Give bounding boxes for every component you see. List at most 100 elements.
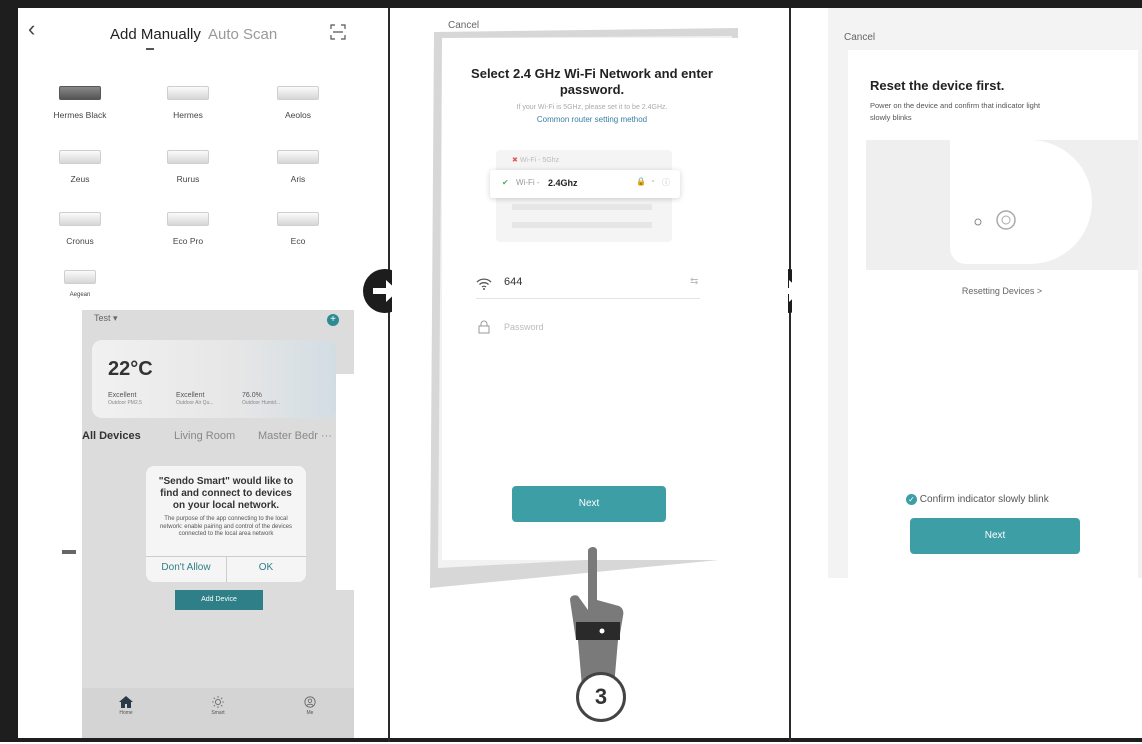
- home-icon: [119, 696, 133, 708]
- nav-label: Smart: [211, 710, 225, 716]
- tab-all-devices[interactable]: All Devices: [82, 430, 141, 442]
- cancel-button[interactable]: Cancel: [448, 20, 479, 31]
- scan-icon[interactable]: [330, 24, 346, 40]
- device-image: [277, 86, 319, 100]
- metric-label: Outdoor PM2.5: [108, 400, 142, 406]
- home-screen: Test ▾ + 22°C Excellent Outdoor PM2.5 Ex…: [82, 310, 354, 738]
- resetting-devices-link[interactable]: Resetting Devices >: [866, 286, 1138, 296]
- metric-label: Outdoor Air Qu...: [176, 400, 214, 406]
- device-rurus[interactable]: Rurus: [138, 150, 238, 184]
- dialog-body: The purpose of the app connecting to the…: [159, 516, 293, 537]
- nav-smart[interactable]: Smart: [198, 696, 238, 716]
- tab-living-room[interactable]: Living Room: [174, 430, 235, 442]
- next-button[interactable]: Next: [512, 486, 666, 522]
- sun-icon: [212, 696, 224, 708]
- device-label: Aris: [290, 174, 306, 184]
- device-label: Hermes: [173, 110, 203, 120]
- tab-master-bedroom[interactable]: Master Bedr ···: [258, 430, 332, 442]
- wifi-prefix: Wi-Fi -: [516, 178, 540, 187]
- dont-allow-button[interactable]: Don't Allow: [146, 562, 226, 573]
- confirm-label: Confirm indicator slowly blink: [919, 494, 1049, 506]
- device-image: [59, 86, 101, 100]
- bottom-nav: Home Smart Me: [82, 688, 354, 738]
- device-label: Hermes Black: [53, 110, 107, 120]
- nav-label: Me: [306, 710, 314, 716]
- device-label: Cronus: [66, 236, 94, 246]
- device-eco[interactable]: Eco: [248, 212, 348, 246]
- tab-indicator: [146, 48, 154, 50]
- password-input[interactable]: Password: [504, 322, 544, 332]
- user-icon: [304, 696, 316, 708]
- decorative-mark: [62, 550, 76, 554]
- frame-left-border: [0, 0, 18, 742]
- panel-reset-device: Cancel Reset the device first. Power on …: [792, 8, 1142, 738]
- swap-icon[interactable]: ⇆: [690, 276, 698, 287]
- screen-edge: [336, 374, 354, 590]
- device-image: [167, 150, 209, 164]
- device-image: [59, 150, 101, 164]
- device-hermes-black[interactable]: Hermes Black: [30, 86, 130, 120]
- device-label: Eco Pro: [172, 236, 204, 246]
- device-eco-pro[interactable]: Eco Pro: [138, 212, 238, 246]
- add-icon[interactable]: +: [327, 314, 339, 326]
- wifi-24-item[interactable]: ✔ Wi-Fi - 2.4Ghz 🔒 ◔ ⓘ: [490, 170, 680, 198]
- device-illustration: [866, 140, 1138, 270]
- nav-home[interactable]: Home: [106, 696, 146, 716]
- device-image: [59, 212, 101, 226]
- metric-value: 76.0%: [242, 392, 262, 399]
- device-aegean[interactable]: Aegean: [30, 270, 130, 298]
- device-label: Zeus: [70, 174, 90, 184]
- ok-button[interactable]: OK: [226, 562, 306, 573]
- tab-auto-scan[interactable]: Auto Scan: [208, 26, 277, 43]
- add-device-button[interactable]: Add Device: [175, 590, 263, 610]
- device-label: Rurus: [176, 174, 200, 184]
- close-icon: ✖: [512, 157, 518, 164]
- device-aris[interactable]: Aris: [248, 150, 348, 184]
- next-button[interactable]: Next: [910, 518, 1080, 554]
- home-selector[interactable]: Test ▾: [94, 313, 118, 324]
- tab-add-manually[interactable]: Add Manually: [110, 26, 201, 43]
- blurred-network: [512, 222, 652, 228]
- device-label: Aegean: [69, 292, 91, 298]
- lock-icon: 🔒: [636, 177, 646, 186]
- panel-add-device: ‹ Add Manually Auto Scan Hermes Black He…: [18, 8, 388, 738]
- chevron-left-icon[interactable]: ‹: [28, 16, 35, 42]
- check-icon: ✔: [502, 178, 509, 187]
- wifi-signal-icon: ◔: [650, 177, 655, 186]
- device-hermes[interactable]: Hermes: [138, 86, 238, 120]
- device-label: Eco: [290, 236, 306, 246]
- frame-top-border: [0, 0, 1142, 8]
- device-cronus[interactable]: Cronus: [30, 212, 130, 246]
- panel-wifi-setup: Cancel Select 2.4 GHz Wi-Fi Network and …: [392, 8, 788, 738]
- blurred-network: [512, 204, 652, 210]
- confirm-checkbox[interactable]: ✓ Confirm indicator slowly blink: [906, 494, 1049, 505]
- device-label: Aeolos: [285, 110, 311, 120]
- field-divider: [476, 298, 700, 299]
- panel-divider: [789, 8, 791, 742]
- metric-value: Excellent: [108, 392, 137, 399]
- hint-text: If your Wi-Fi is 5GHz, please set it to …: [516, 104, 668, 111]
- wifi-card: Select 2.4 GHz Wi-Fi Network and enter p…: [442, 38, 742, 560]
- router-settings-link[interactable]: Common router setting method: [452, 115, 732, 124]
- device-zeus[interactable]: Zeus: [30, 150, 130, 184]
- ssid-field[interactable]: 644: [504, 276, 522, 288]
- step-badge: 3: [576, 672, 626, 722]
- device-image: [167, 86, 209, 100]
- device-image: [64, 270, 96, 284]
- temperature-value: 22°C: [108, 358, 153, 380]
- reset-instructions: Power on the device and confirm that ind…: [870, 101, 1041, 122]
- dialog-title: "Sendo Smart" would like to find and con…: [158, 476, 294, 511]
- device-aeolos[interactable]: Aeolos: [248, 86, 348, 120]
- device-indicator-icon: [950, 140, 1092, 264]
- wifi-name: 2.4Ghz: [548, 178, 578, 188]
- metric-value: Excellent: [176, 392, 205, 399]
- nav-label: Home: [119, 710, 133, 716]
- local-network-dialog: "Sendo Smart" would like to find and con…: [146, 466, 306, 582]
- nav-me[interactable]: Me: [290, 696, 330, 716]
- panel-divider: [388, 8, 390, 742]
- info-icon: ⓘ: [662, 178, 670, 187]
- wifi-icon: [476, 278, 492, 290]
- wifi-5g-item: ✖ Wi-Fi - 5Ghz: [512, 156, 559, 164]
- cancel-button[interactable]: Cancel: [844, 32, 875, 43]
- lock-icon: [478, 320, 490, 334]
